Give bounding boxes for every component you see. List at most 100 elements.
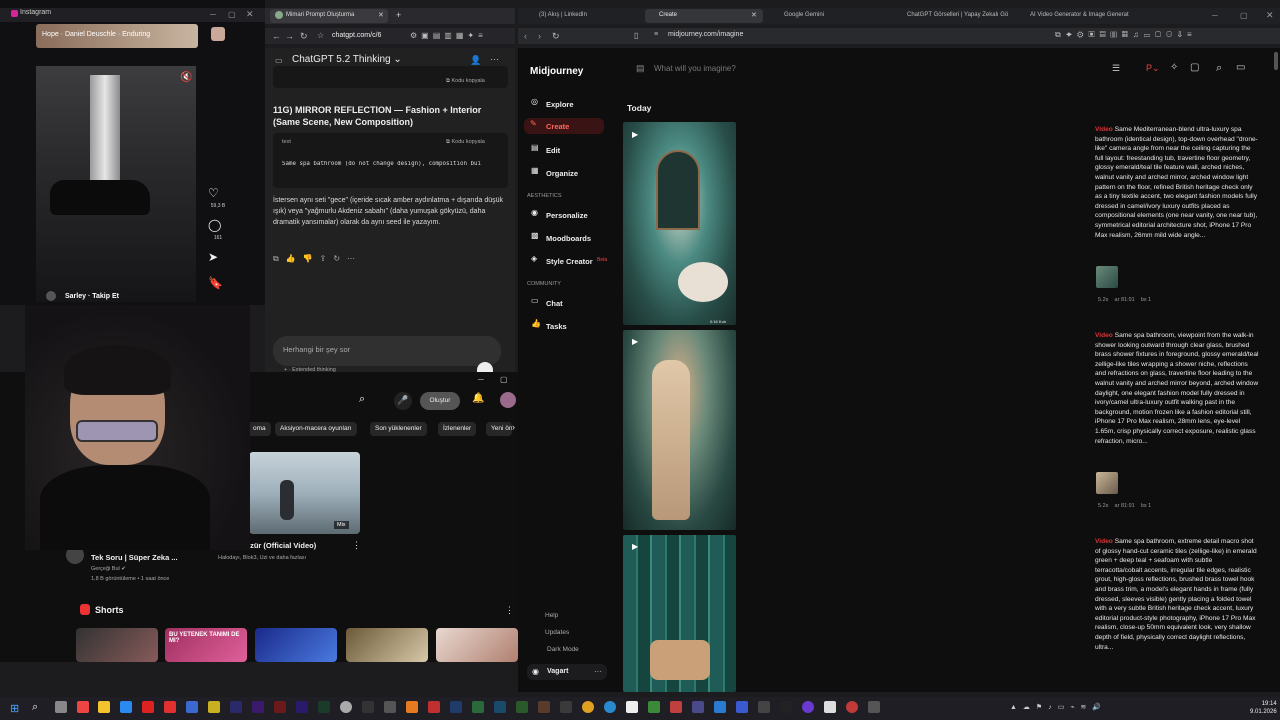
left-video-title[interactable]: Tek Soru | Süper Zeka ... [91,553,178,562]
dimension-icon[interactable] [318,701,330,713]
nav-help[interactable]: Help [545,612,558,619]
prompt-1[interactable]: Video Same Mediterranean-blend ultra-lux… [1095,125,1260,240]
prompt-1-ref-thumb[interactable] [1096,266,1118,288]
follow-button[interactable]: Takip Et [92,293,119,300]
voice-button[interactable] [477,362,493,372]
nav-personalize[interactable]: Personalize [530,207,610,223]
short-thumb-4[interactable] [346,628,428,662]
tab-chatgpt-images[interactable]: ChatGPT Görselleri | Yapay Zekalı Gö [893,9,1011,23]
notepad-icon[interactable] [626,701,638,713]
tab-linkedin[interactable]: (3) Akış | LinkedIn [525,9,640,23]
user-more-icon[interactable]: ⋯ [594,667,602,676]
short-thumb-1[interactable] [76,628,158,662]
shorts-menu-icon[interactable]: ⋮ [505,605,514,616]
minimize-icon[interactable]: ─ [210,10,216,19]
more-icon[interactable]: ⋯ [490,54,499,65]
play-icon-1[interactable]: ▶ [632,130,638,139]
vscode-icon[interactable] [714,701,726,713]
app-icon-10[interactable] [472,701,484,713]
chip-0[interactable]: oma [248,422,271,436]
app-icon-12[interactable] [516,701,528,713]
short-thumb-3[interactable] [255,628,337,662]
tab-create[interactable]: Create [645,9,763,23]
mj-site-info-icon[interactable]: ≡ [654,31,658,38]
app-icon-18[interactable] [736,701,748,713]
copy-code-button-2[interactable]: ⧉ Kodu kopyala [446,139,485,146]
mj-forward-icon[interactable]: › [538,31,541,41]
app-icon-23[interactable] [846,701,858,713]
left-channel[interactable]: Gerçeği Bul ✔ [91,566,126,572]
app-icon-8[interactable] [428,701,440,713]
aftereffects-icon[interactable] [296,701,308,713]
chatgpt-tab[interactable]: Mimari Prompt Oluşturma [270,9,388,23]
play-icon-3[interactable]: ▶ [632,542,638,551]
blender-icon[interactable] [406,701,418,713]
app-icon-13[interactable] [538,701,550,713]
forward-icon[interactable]: → [285,31,294,41]
nav-explore[interactable]: Explore [530,96,610,112]
app-icon-15[interactable] [648,701,660,713]
magic-icon[interactable]: ✧ [1170,62,1178,73]
extension-icons[interactable]: ⚙▣▤▥▦✦≡ [410,31,487,40]
yt-minimize-icon[interactable]: ─ [478,375,484,384]
chatgpt-url[interactable]: chatgpt.com/c/6 [332,30,404,42]
comment-icon[interactable]: ◯ [208,218,221,232]
unreal-icon[interactable] [384,701,396,713]
mj-url[interactable]: midjourney.com/imagine [668,31,743,38]
app-icon-4[interactable] [186,701,198,713]
tab-ai-video[interactable]: AI Video Generator & Image Generat [1016,9,1134,23]
app-icon-11[interactable] [494,701,506,713]
brave-icon[interactable] [77,701,89,713]
app-icon-16[interactable] [670,701,682,713]
chat-icon[interactable]: ▢ [1190,62,1199,73]
nav-moodboards[interactable]: Moodboards [530,230,610,246]
mj-logo[interactable]: Midjourney [530,66,583,77]
mj-maximize-icon[interactable]: ▢ [1240,11,1248,20]
search-icon[interactable]: ⌕ [359,393,365,406]
tab-create-close-icon[interactable]: ✕ [751,11,757,19]
share-icon[interactable]: ➤ [208,250,218,264]
chip-2[interactable]: Son yüklenenler [370,422,427,436]
tray-icons[interactable]: ▲☁⚑♪▭⌁≋🔊 [1010,703,1107,711]
app-icon-22[interactable] [824,701,836,713]
tab-close-icon[interactable]: ✕ [378,11,384,19]
copy-code-button[interactable]: ⧉ Kodu kopyala [446,78,485,85]
create-button[interactable]: Oluştur [420,392,460,410]
taskbar-search-icon[interactable]: ⌕ [32,701,38,714]
prompt-2-ref-thumb[interactable] [1096,472,1118,494]
nav-chat[interactable]: Chat [530,295,610,311]
edge-icon[interactable] [604,701,616,713]
mj-extension-icons[interactable]: ⧉✦⚙▣▤▥▦♫▭▢⚇⇩≡ [1055,30,1197,40]
notifications-icon[interactable]: 🔔 [472,393,484,404]
mj-reload-icon[interactable]: ↻ [552,31,560,42]
app-icon-2[interactable] [142,701,154,713]
prompt-input[interactable]: Herhangi bir şey sor [273,336,501,366]
app-icon-7[interactable] [362,701,374,713]
mj-back-icon[interactable]: ‹ [524,31,527,41]
bookmark-icon[interactable]: 🔖 [208,276,223,290]
chevron-right-icon[interactable]: › [512,422,515,432]
chip-3[interactable]: İzlenenler [438,422,477,436]
nav-organize[interactable]: Organize [530,165,610,181]
app-icon-3[interactable] [164,701,176,713]
app-icon-17[interactable] [692,701,704,713]
new-tab-icon[interactable]: + [396,10,401,20]
imagine-input[interactable]: What will you imagine? [634,62,954,76]
maximize-icon[interactable]: ▢ [228,10,236,19]
message-actions[interactable]: ⧉👍👎⇪↻⋯ [273,254,362,264]
bookmark-star-icon[interactable]: ☆ [317,31,324,40]
personalize-toggle-icon[interactable]: P⌄ [1146,63,1160,74]
author-avatar[interactable] [46,291,56,301]
app-icon-5[interactable] [208,701,220,713]
mute-icon[interactable]: 🔇 [180,72,192,83]
clock[interactable]: 19:14 9.01.2026 [1250,700,1277,716]
tab-gemini[interactable]: Google Gemini [770,9,888,23]
video-channels[interactable]: Halodayı, Blok3, Uzi ve daha fazlası [218,555,306,561]
app-icon-14[interactable] [560,701,572,713]
mj-close-icon[interactable]: ✕ [1266,10,1274,21]
app-icon-9[interactable] [450,701,462,713]
app-icon-1[interactable] [120,701,132,713]
profile-thumb[interactable] [211,27,225,41]
yt-maximize-icon[interactable]: ▢ [500,375,508,384]
premiere-icon[interactable] [252,701,264,713]
